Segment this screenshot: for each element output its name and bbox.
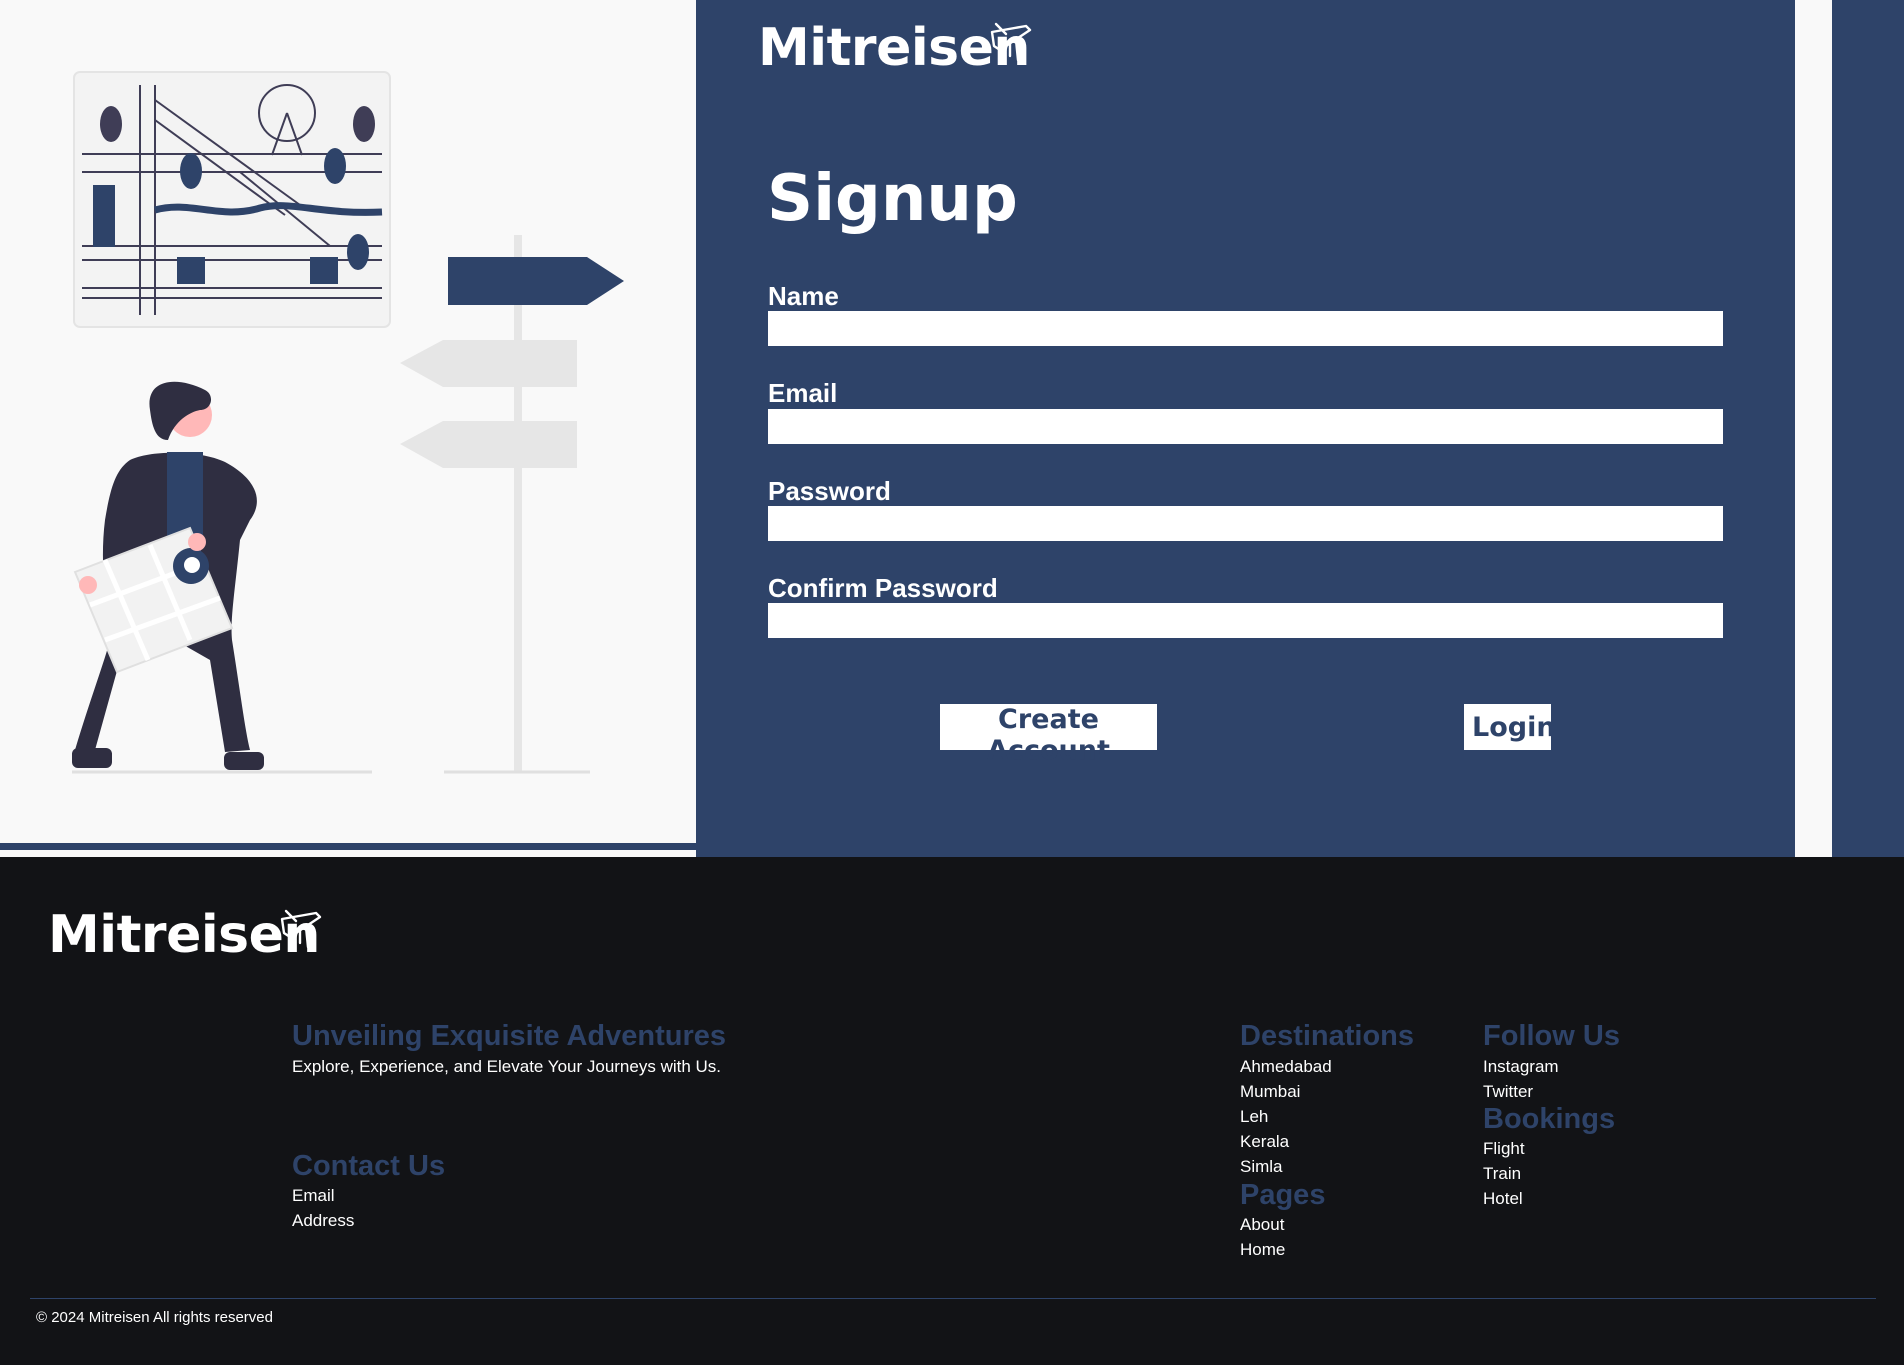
footer-about-text: Explore, Experience, and Elevate Your Jo…	[292, 1057, 722, 1076]
footer-link-instagram[interactable]: Instagram	[1483, 1054, 1559, 1079]
footer-link-hotel[interactable]: Hotel	[1483, 1186, 1525, 1211]
footer-link-leh[interactable]: Leh	[1240, 1104, 1332, 1129]
footer-contact-list: Email Address	[292, 1183, 354, 1233]
confirm-password-input[interactable]	[768, 603, 1723, 638]
password-label: Password	[768, 476, 891, 506]
footer-follow-heading: Follow Us	[1483, 1020, 1620, 1052]
copyright-text: © 2024 Mitreisen All rights reserved	[36, 1309, 273, 1326]
footer-bookings-heading: Bookings	[1483, 1103, 1616, 1135]
footer-link-train[interactable]: Train	[1483, 1161, 1525, 1186]
airplane-icon	[990, 22, 1032, 62]
footer-link-flight[interactable]: Flight	[1483, 1136, 1525, 1161]
footer-link-address[interactable]: Address	[292, 1208, 354, 1233]
confirm-password-label: Confirm Password	[768, 573, 998, 603]
create-account-button[interactable]: Create Account	[940, 704, 1157, 766]
footer-pages-list: About Home	[1240, 1212, 1285, 1262]
footer-link-ahmedabad[interactable]: Ahmedabad	[1240, 1054, 1332, 1079]
footer-destinations-heading: Destinations	[1240, 1020, 1415, 1052]
footer-contact-heading: Contact Us	[292, 1150, 446, 1182]
footer-divider	[30, 1298, 1876, 1299]
email-input[interactable]	[768, 409, 1723, 444]
name-label: Name	[768, 281, 839, 311]
footer-destinations-list: Ahmedabad Mumbai Leh Kerala Simla	[1240, 1054, 1332, 1179]
footer-follow-list: Instagram Twitter	[1483, 1054, 1559, 1104]
illustration-area	[0, 0, 696, 857]
login-button[interactable]: Login	[1464, 704, 1556, 750]
signup-title: Signup	[767, 162, 1018, 236]
airplane-icon	[280, 909, 322, 949]
footer-about-heading: Unveiling Exquisite Adventures	[292, 1020, 727, 1052]
footer-link-home[interactable]: Home	[1240, 1237, 1285, 1262]
footer-logo[interactable]: Mitreisen	[48, 905, 322, 965]
name-input[interactable]	[768, 311, 1723, 346]
footer-link-about[interactable]: About	[1240, 1212, 1285, 1237]
footer-link-mumbai[interactable]: Mumbai	[1240, 1079, 1332, 1104]
email-label: Email	[768, 378, 838, 408]
footer-link-kerala[interactable]: Kerala	[1240, 1129, 1332, 1154]
footer-bookings-list: Flight Train Hotel	[1483, 1136, 1525, 1211]
footer-link-simla[interactable]: Simla	[1240, 1154, 1332, 1179]
footer-link-twitter[interactable]: Twitter	[1483, 1079, 1559, 1104]
right-accent-strip	[1832, 0, 1904, 857]
password-input[interactable]	[768, 506, 1723, 541]
traveler-illustration	[72, 71, 624, 774]
footer-link-email[interactable]: Email	[292, 1183, 354, 1208]
header-logo[interactable]: Mitreisen	[758, 18, 1032, 78]
footer-pages-heading: Pages	[1240, 1179, 1326, 1211]
accent-bar	[0, 843, 696, 850]
